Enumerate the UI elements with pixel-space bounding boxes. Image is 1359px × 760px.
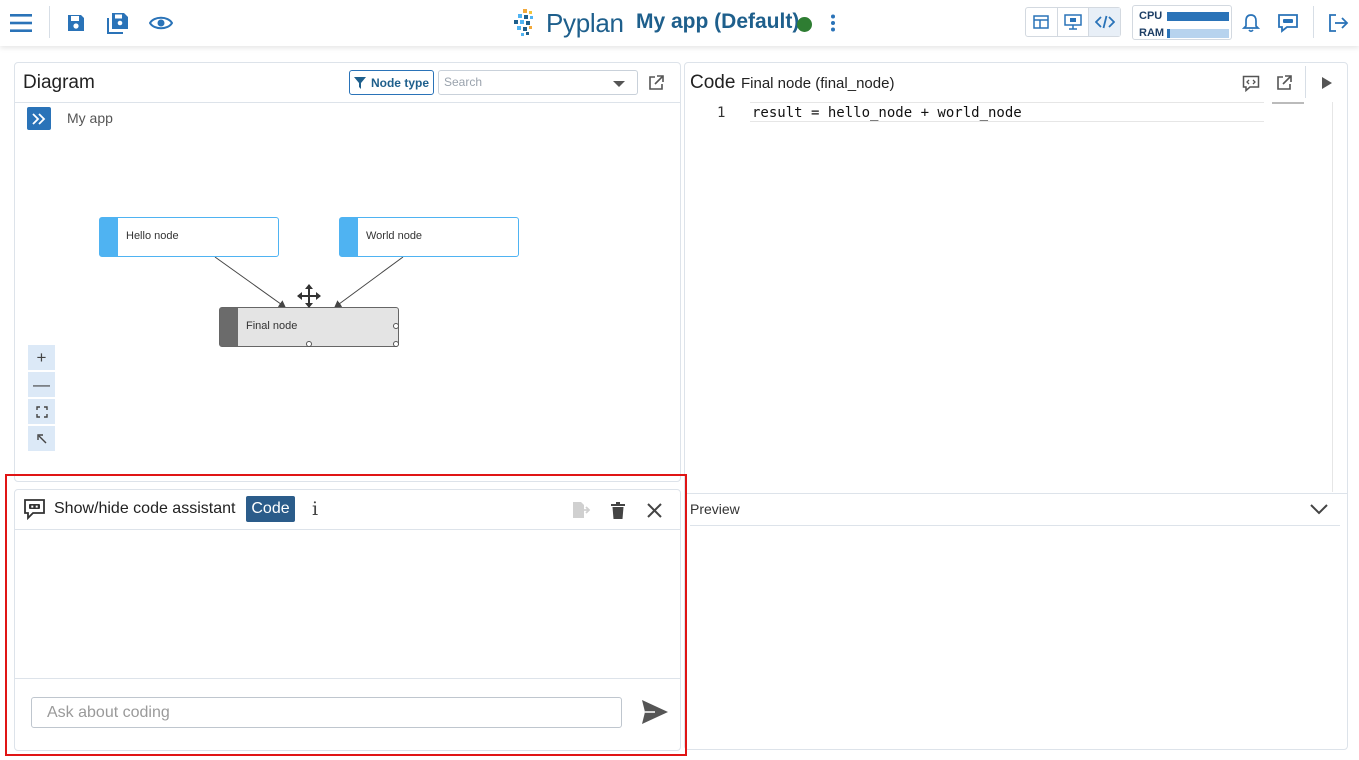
zoom-out-button[interactable]: — bbox=[28, 372, 55, 397]
diagram-node-world[interactable]: World node bbox=[339, 217, 519, 257]
move-icon[interactable] bbox=[296, 283, 322, 314]
node-label: Final node bbox=[246, 320, 298, 332]
line-number: 1 bbox=[717, 105, 726, 121]
code-title: Code bbox=[690, 72, 736, 93]
divider bbox=[684, 493, 1348, 494]
divider bbox=[15, 529, 680, 530]
scrollbar[interactable] bbox=[1332, 102, 1333, 492]
preview-title: Preview bbox=[690, 501, 740, 517]
divider bbox=[690, 525, 1340, 526]
code-minimap[interactable] bbox=[1272, 102, 1304, 104]
export-file-icon[interactable] bbox=[566, 495, 596, 525]
fit-view-icon bbox=[35, 405, 48, 418]
node-label: World node bbox=[366, 230, 423, 242]
divider bbox=[15, 678, 680, 679]
trash-icon[interactable] bbox=[603, 495, 633, 525]
run-icon[interactable] bbox=[1312, 68, 1342, 98]
zoom-in-button[interactable]: + bbox=[28, 345, 55, 370]
code-line[interactable]: result = hello_node + world_node bbox=[752, 105, 1022, 121]
plus-icon: + bbox=[36, 347, 47, 367]
fit-view-button[interactable] bbox=[28, 399, 55, 424]
arrow-up-left-icon bbox=[36, 433, 46, 443]
resize-handle[interactable] bbox=[306, 341, 312, 347]
toolbar-divider bbox=[1305, 66, 1306, 98]
assistant-bot-icon[interactable] bbox=[23, 498, 46, 525]
assistant-question-field[interactable] bbox=[31, 697, 622, 728]
chevron-down-icon[interactable] bbox=[1309, 502, 1329, 521]
node-stripe bbox=[220, 308, 238, 346]
info-icon[interactable]: i bbox=[312, 498, 318, 520]
code-panel bbox=[684, 62, 1348, 750]
code-assistant-icon[interactable] bbox=[1236, 68, 1266, 98]
resize-handle[interactable] bbox=[393, 323, 399, 329]
assistant-title[interactable]: Show/hide code assistant bbox=[54, 500, 235, 518]
node-stripe bbox=[340, 218, 358, 256]
node-stripe bbox=[100, 218, 118, 256]
diagram-node-hello[interactable]: Hello node bbox=[99, 217, 279, 257]
ask-input[interactable] bbox=[32, 698, 602, 727]
code-node-name: Final node (final_node) bbox=[741, 75, 895, 92]
reset-view-button[interactable] bbox=[28, 426, 55, 451]
divider bbox=[750, 121, 1264, 122]
node-label: Hello node bbox=[126, 230, 179, 242]
close-icon[interactable] bbox=[639, 495, 669, 525]
open-external-icon[interactable] bbox=[1269, 68, 1299, 98]
resize-handle[interactable] bbox=[393, 341, 399, 347]
minus-icon: — bbox=[33, 374, 50, 394]
send-icon[interactable] bbox=[641, 699, 669, 730]
divider bbox=[750, 102, 1264, 103]
assistant-mode-badge[interactable]: Code bbox=[246, 496, 295, 522]
